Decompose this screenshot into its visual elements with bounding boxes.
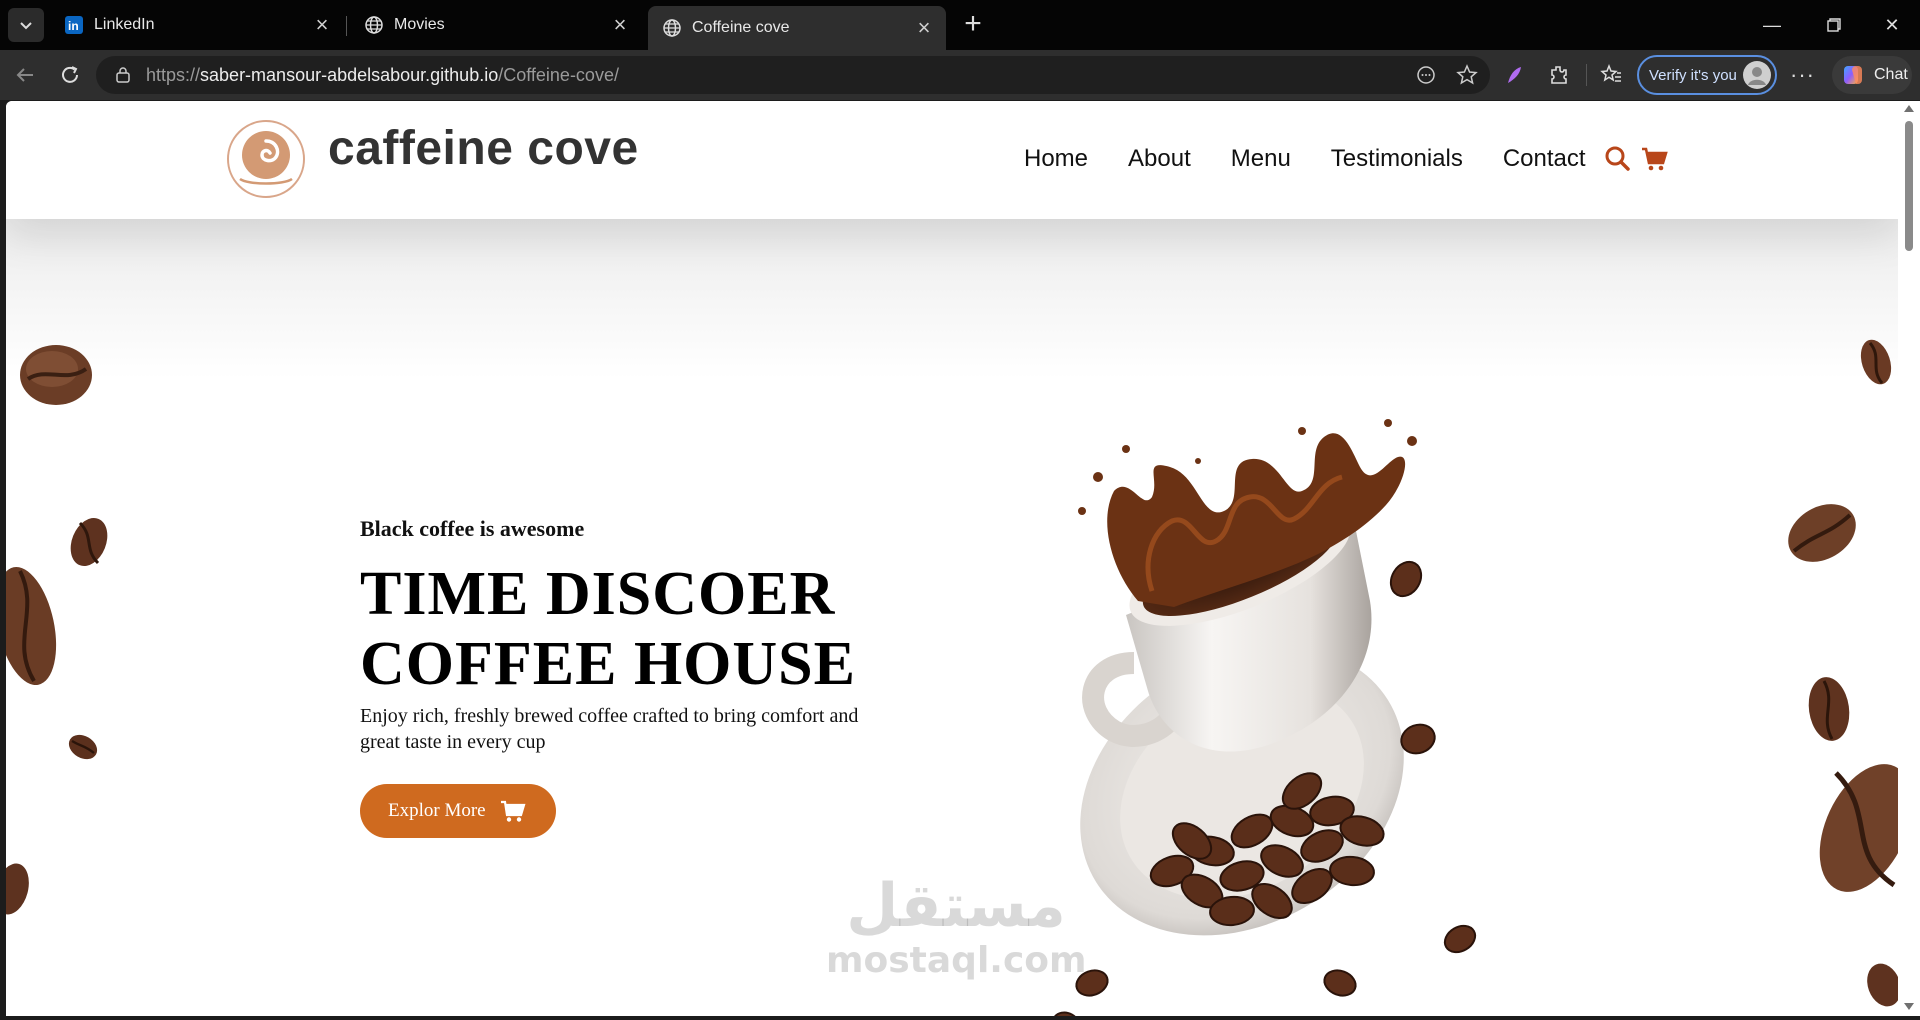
coffee-bean-icon <box>20 345 92 405</box>
copilot-icon <box>1844 66 1862 84</box>
copilot-chat-button[interactable]: Chat <box>1832 56 1912 94</box>
url-scheme: https:// <box>146 64 201 85</box>
site-info-icon[interactable] <box>114 66 132 84</box>
nav-testimonials[interactable]: Testimonials <box>1331 145 1463 173</box>
tab-coffeine-cove[interactable]: Coffeine cove × <box>648 6 946 50</box>
favorite-star-icon[interactable] <box>1456 64 1478 86</box>
nav-home[interactable]: Home <box>1024 145 1088 173</box>
coffee-bean-icon <box>70 517 108 567</box>
chat-label: Chat <box>1874 66 1908 83</box>
nav-about[interactable]: About <box>1128 145 1191 173</box>
cart-icon[interactable] <box>1640 145 1668 173</box>
address-toolbar: https://saber-mansour-abdelsabour.github… <box>0 50 1920 100</box>
globe-icon <box>662 18 682 38</box>
scroll-up-icon[interactable] <box>1904 105 1914 112</box>
tab-title: LinkedIn <box>94 16 155 33</box>
chevron-down-icon <box>20 22 32 30</box>
address-bar[interactable]: https://saber-mansour-abdelsabour.github… <box>96 56 1490 94</box>
minimize-icon[interactable]: — <box>1752 8 1792 42</box>
watermark-arabic: مستقل <box>846 871 1066 941</box>
coffee-bean-icon <box>1867 963 1898 1007</box>
coffee-bean-icon <box>1788 504 1856 562</box>
tab-linkedin[interactable]: in LinkedIn × <box>50 6 344 44</box>
back-button[interactable] <box>9 59 41 91</box>
close-window-icon[interactable]: ✕ <box>1872 8 1912 42</box>
close-tab-icon[interactable]: × <box>310 12 334 38</box>
page-scrollbar[interactable] <box>1898 101 1920 1016</box>
site-header: caffeine cove Home About Menu Testimonia… <box>6 101 1898 219</box>
tab-title: Coffeine cove <box>692 19 790 36</box>
hero-background <box>6 219 1898 379</box>
reader-mode-icon[interactable] <box>1416 65 1436 85</box>
tab-movies[interactable]: Movies × <box>350 6 642 44</box>
watermark: مستقل mostaql.com <box>826 871 1087 981</box>
tab-divider <box>346 16 347 36</box>
tab-title: Movies <box>394 16 445 33</box>
linkedin-icon: in <box>64 15 84 35</box>
cta-label: Explor More <box>388 800 486 821</box>
verify-label: Verify it's you <box>1649 66 1737 84</box>
url-text: https://saber-mansour-abdelsabour.github… <box>146 65 619 86</box>
coffee-bean-icon <box>68 734 98 760</box>
hero-headline: TIME DISCOER COFFEE HOUSE <box>360 559 880 699</box>
coffee-bean-icon <box>6 863 29 915</box>
toolbar-divider <box>1586 64 1587 86</box>
close-tab-icon[interactable]: × <box>912 15 936 41</box>
search-icon[interactable] <box>1604 145 1632 173</box>
nav-menu[interactable]: Menu <box>1231 145 1291 173</box>
reload-button[interactable] <box>54 59 86 91</box>
coffee-bean-icon <box>1808 677 1850 741</box>
hero-kicker: Black coffee is awesome <box>360 516 585 541</box>
profile-avatar-icon <box>1743 61 1771 89</box>
coffee-bean-icon <box>1860 339 1892 385</box>
feather-extension-icon[interactable] <box>1502 63 1526 87</box>
tab-bar: in LinkedIn × Movies × Coffeine cove × +… <box>0 0 1920 50</box>
explore-more-button[interactable]: Explor More <box>360 784 556 838</box>
globe-icon <box>364 15 384 35</box>
cart-icon <box>500 800 526 822</box>
scrollbar-thumb[interactable] <box>1905 121 1913 251</box>
scroll-down-icon[interactable] <box>1904 1003 1914 1010</box>
svg-text:in: in <box>68 19 79 33</box>
coffee-cup-logo-icon[interactable] <box>226 119 306 199</box>
reload-icon <box>62 66 78 83</box>
brand-name[interactable]: caffeine cove <box>328 121 639 176</box>
extensions-icon[interactable] <box>1547 63 1571 87</box>
back-arrow-icon <box>16 68 33 82</box>
coffee-bean-icon <box>1819 764 1898 892</box>
restore-icon[interactable] <box>1814 8 1854 42</box>
coffee-bean-icon <box>6 567 57 685</box>
more-options-icon[interactable]: ··· <box>1790 62 1815 88</box>
watermark-latin: mostaql.com <box>826 940 1087 981</box>
hero-description: Enjoy rich, freshly brewed coffee crafte… <box>360 705 859 753</box>
page-viewport: caffeine cove Home About Menu Testimonia… <box>6 101 1898 1016</box>
headline-line-2: COFFEE HOUSE <box>360 630 857 698</box>
favorites-icon[interactable] <box>1599 63 1623 87</box>
headline-line-1: TIME DISCOER <box>360 560 836 628</box>
verify-profile-button[interactable]: Verify it's you <box>1637 55 1777 95</box>
main-nav: Home About Menu Testimonials Contact <box>1024 145 1626 173</box>
nav-contact[interactable]: Contact <box>1503 145 1586 173</box>
close-tab-icon[interactable]: × <box>608 12 632 38</box>
new-tab-button[interactable]: + <box>958 9 988 40</box>
url-host: saber-mansour-abdelsabour.github.io <box>200 64 499 85</box>
url-path: /Coffeine-cove/ <box>498 64 619 85</box>
tab-list-button[interactable] <box>8 8 44 42</box>
